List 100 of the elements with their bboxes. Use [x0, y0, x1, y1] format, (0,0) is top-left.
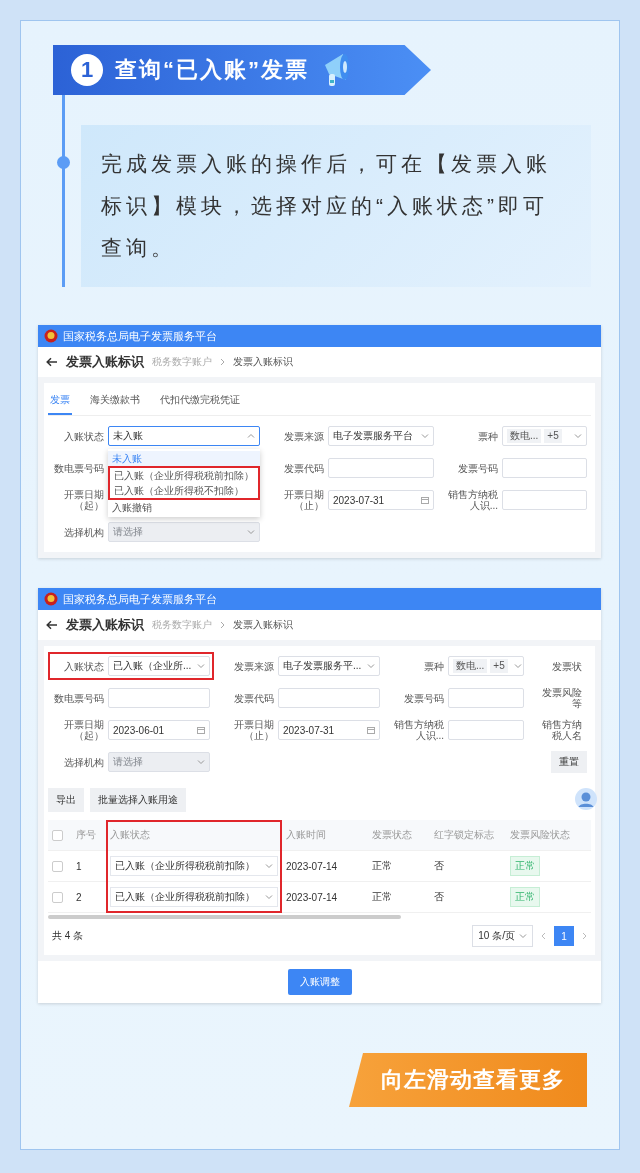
input-field[interactable]	[108, 688, 210, 708]
input-field[interactable]	[502, 458, 587, 478]
toolbar-button[interactable]: 导出	[48, 788, 84, 812]
table-cell: 否	[430, 851, 506, 882]
field-label: 销售方纳税人名	[541, 719, 582, 741]
breadcrumb-link[interactable]: 发票入账标识	[233, 618, 293, 632]
total-count: 共 4 条	[52, 929, 84, 943]
chevron-right-icon[interactable]	[582, 932, 587, 940]
toolbar-button[interactable]: 批量选择入账用途	[90, 788, 186, 812]
page-size-select[interactable]: 10 条/页	[472, 925, 533, 947]
select-field[interactable]: 电子发票服务平...	[278, 656, 380, 676]
caret-icon	[513, 662, 522, 670]
table-cell: 2023-07-14	[282, 851, 368, 882]
tag-chip: 数电...	[507, 429, 542, 443]
checkbox[interactable]	[52, 891, 63, 903]
field-label: 发票来源	[233, 660, 274, 672]
caret-icon	[197, 758, 205, 766]
back-arrow-icon[interactable]	[46, 357, 58, 367]
field-label: 销售方纳税人识...	[393, 719, 444, 741]
section-title: 查询“已入账”发票	[115, 56, 309, 84]
field-label: 票种	[477, 430, 498, 442]
tag-chip: +5	[544, 429, 562, 443]
checkbox[interactable]	[52, 860, 63, 872]
chevron-right-icon	[220, 358, 225, 366]
field-label: 票种	[423, 660, 444, 672]
chevron-left-icon[interactable]	[541, 932, 546, 940]
table-cell: 正常	[368, 851, 430, 882]
caret-icon	[367, 662, 375, 670]
tag-select-field[interactable]: 数电... +5	[448, 656, 524, 676]
select-field[interactable]: 电子发票服务平台	[328, 426, 434, 446]
column-header: 入账状态	[106, 820, 282, 851]
field-label: 开票日期（止）	[283, 489, 324, 511]
input-field[interactable]	[448, 720, 524, 740]
tag-select-field[interactable]: 数电... +5	[502, 426, 587, 446]
step-number: 1	[71, 54, 103, 86]
field-label: 发票代码	[283, 462, 324, 474]
tab[interactable]: 代扣代缴完税凭证	[158, 387, 242, 415]
table-cell: 否	[430, 882, 506, 913]
breadcrumb-link[interactable]: 发票入账标识	[233, 355, 293, 369]
field-label: 发票代码	[233, 692, 274, 704]
caret-icon	[265, 893, 273, 901]
platform-name: 国家税务总局电子发票服务平台	[63, 328, 217, 344]
field-label: 选择机构	[63, 756, 104, 768]
calendar-icon	[367, 726, 375, 734]
field-label: 开票日期（起）	[63, 719, 104, 741]
caret-icon	[519, 932, 527, 940]
select-field[interactable]: 已入账（企业所得税税前扣除）	[110, 856, 278, 876]
date-field[interactable]: 2023-07-31	[278, 720, 380, 740]
calendar-icon	[421, 496, 429, 504]
caret-icon	[247, 432, 255, 440]
tag-chip: +5	[490, 659, 508, 673]
tab[interactable]: 发票	[48, 387, 72, 415]
intro-text: 完成发票入账的操作后，可在【发票入账标识】模块，选择对应的“入账状态”即可查询。	[81, 125, 591, 287]
checkbox[interactable]	[52, 829, 63, 841]
reset-button[interactable]: 重置	[551, 751, 587, 773]
input-field[interactable]	[502, 490, 587, 510]
column-header: 入账时间	[282, 820, 368, 851]
status-tag: 正常	[510, 887, 540, 907]
column-header: 红字锁定标志	[430, 820, 506, 851]
table-cell: 2023-07-14	[282, 882, 368, 913]
caret-icon	[574, 432, 582, 440]
swipe-hint: 向左滑动查看更多	[349, 1053, 587, 1107]
chevron-right-icon	[220, 621, 225, 629]
date-field[interactable]: 2023-07-31	[328, 490, 434, 510]
dropdown-option[interactable]: 已入账（企业所得税税前扣除）	[110, 468, 258, 483]
page-title: 发票入账标识	[66, 353, 144, 371]
field-label: 入账状态	[63, 660, 104, 672]
column-header: 序号	[72, 820, 106, 851]
submit-button[interactable]: 入账调整	[287, 969, 352, 995]
caret-icon	[247, 528, 255, 536]
date-field[interactable]: 2023-06-01	[108, 720, 210, 740]
platform-name: 国家税务总局电子发票服务平台	[63, 591, 217, 607]
emblem-icon	[44, 592, 58, 606]
column-header: 发票风险状态	[506, 820, 591, 851]
field-label: 开票日期（起）	[63, 489, 104, 511]
input-field[interactable]	[448, 688, 524, 708]
table-cell: 2	[72, 882, 106, 913]
back-arrow-icon[interactable]	[46, 620, 58, 630]
dropdown-option[interactable]: 已入账（企业所得税不扣除）	[110, 483, 258, 498]
caret-icon	[421, 432, 429, 440]
input-field[interactable]	[278, 688, 380, 708]
field-label: 发票状	[551, 660, 582, 672]
avatar-icon[interactable]	[575, 788, 597, 810]
field-label: 数电票号码	[53, 692, 104, 704]
select-field[interactable]: 未入账	[108, 426, 260, 446]
field-label: 发票号码	[403, 692, 444, 704]
input-field[interactable]	[328, 458, 434, 478]
page-title: 发票入账标识	[66, 616, 144, 634]
field-label: 入账状态	[63, 430, 104, 442]
select-field[interactable]: 已入账（企业所...	[108, 656, 210, 676]
field-label: 数电票号码	[53, 462, 104, 474]
status-tag: 正常	[510, 856, 540, 876]
page-button[interactable]: 1	[554, 926, 574, 946]
field-label: 发票风险等	[541, 687, 582, 709]
tab[interactable]: 海关缴款书	[88, 387, 142, 415]
field-label: 发票号码	[457, 462, 498, 474]
scrollbar[interactable]	[48, 915, 401, 919]
caret-icon	[265, 862, 273, 870]
dropdown-option[interactable]: 入账撤销	[108, 500, 260, 515]
select-field[interactable]: 已入账（企业所得税税前扣除）	[110, 887, 278, 907]
